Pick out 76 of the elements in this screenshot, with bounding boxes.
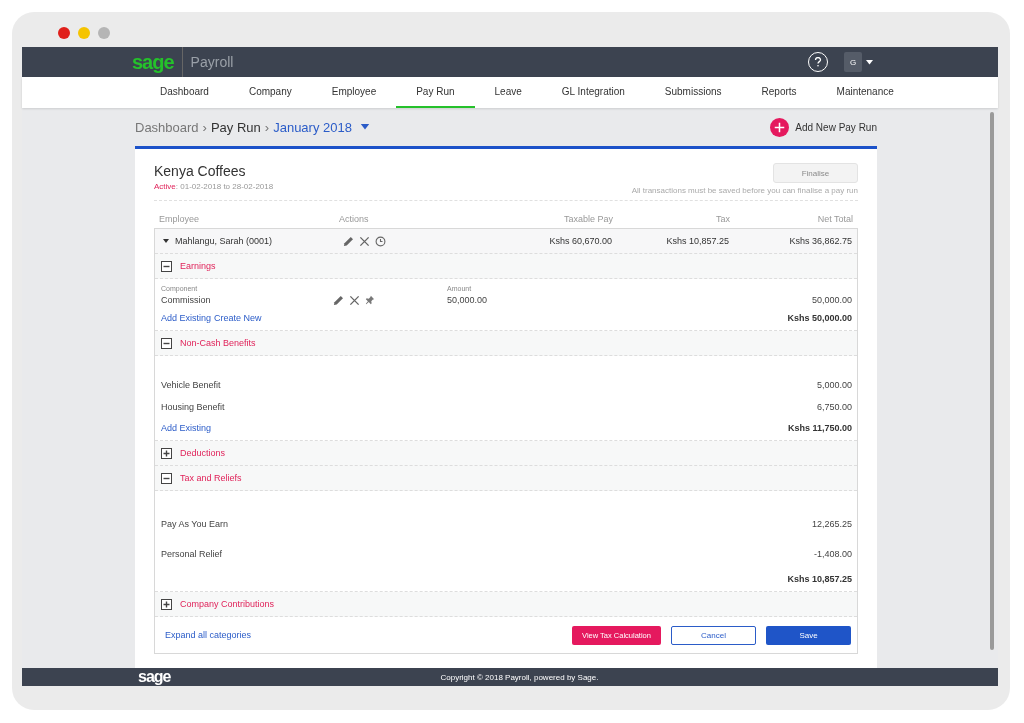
pencil-icon[interactable] [343, 235, 354, 247]
nav-tab[interactable]: Leave [474, 77, 542, 108]
item-label: Pay As You Earn [161, 519, 230, 529]
nav-tab[interactable]: Dashboard [140, 77, 229, 108]
taxable-pay: Kshs 60,670.00 [548, 236, 612, 246]
breadcrumb-link[interactable]: Pay Run [210, 119, 261, 135]
net-total: Kshs 36,862.75 [788, 236, 852, 246]
nav-tab[interactable]: Company [228, 77, 312, 108]
pin-icon[interactable] [365, 295, 375, 305]
category-title[interactable]: Company Contributions [180, 599, 275, 609]
column-header: Taxable Pay [562, 214, 613, 224]
item-value: 5,000.00 [815, 380, 852, 390]
minus-box-icon[interactable] [161, 260, 172, 272]
nav-tab[interactable]: Reports [741, 77, 817, 108]
item-amount: 50,000.00 [447, 295, 488, 305]
caret-icon[interactable] [866, 59, 873, 65]
plus-box-icon[interactable] [161, 447, 172, 459]
pencil-icon[interactable] [333, 294, 344, 306]
product-name: Payroll [190, 54, 235, 70]
period-dropdown[interactable]: January 2018 [273, 119, 352, 135]
minus-box-icon[interactable] [161, 472, 172, 484]
category-total: Kshs 50,000.00 [787, 313, 852, 323]
footer-logo: sage [138, 668, 171, 686]
save-button[interactable]: Save [766, 625, 851, 645]
company-name: Kenya Coffees [154, 163, 247, 179]
item-value: 12,265.25 [810, 519, 852, 529]
category-title[interactable]: Non-Cash Benefits [180, 338, 256, 348]
caret-icon[interactable] [359, 124, 370, 130]
close-dot[interactable] [58, 26, 70, 39]
cancel-button[interactable]: Cancel [671, 625, 756, 645]
close-icon[interactable] [349, 294, 360, 306]
add-pay-run-button[interactable]: Add New Pay Run [770, 117, 877, 137]
column-header: Actions [339, 214, 370, 224]
category-total: Kshs 11,750.00 [787, 423, 852, 433]
nav-tab[interactable]: GL Integration [541, 77, 645, 108]
nav-tab[interactable]: Submissions [644, 77, 742, 108]
copyright-text: Copyright © 2018 Payroll, powered by Sage. [440, 672, 599, 682]
nav-tab[interactable]: Employee [311, 77, 397, 108]
item-value: 6,750.00 [815, 402, 852, 412]
breadcrumb-separator: › [264, 119, 270, 135]
nav-tab[interactable]: Pay Run [396, 77, 475, 108]
caret-icon[interactable] [163, 238, 169, 244]
minimize-dot[interactable] [78, 26, 90, 39]
item-value: 50,000.00 [810, 295, 852, 305]
add-link[interactable]: Add Existing [161, 313, 212, 323]
clock-icon[interactable] [375, 235, 386, 247]
item-label: Commission [161, 295, 212, 305]
add-link[interactable]: Create New [214, 313, 262, 323]
finalise-note: All transactions must be saved before you can finalise a pay run [631, 186, 858, 195]
tax-amount: Kshs 10,857.25 [665, 236, 729, 246]
close-icon[interactable] [359, 235, 370, 247]
column-header: Employee [159, 214, 201, 224]
category-title[interactable]: Earnings [180, 261, 216, 271]
category-title[interactable]: Tax and Reliefs [180, 473, 242, 483]
scrollbar[interactable] [990, 112, 994, 650]
nav-tab[interactable]: Maintenance [816, 77, 914, 108]
maximize-dot[interactable] [98, 26, 110, 39]
add-link[interactable]: Add Existing [161, 423, 212, 433]
plus-icon [770, 117, 790, 137]
minus-box-icon[interactable] [161, 337, 172, 349]
item-label: Personal Relief [161, 549, 224, 559]
user-avatar[interactable]: G [844, 52, 862, 72]
status-label: Active [154, 182, 176, 191]
category-total: Kshs 10,857.25 [787, 574, 852, 584]
item-label: Housing Benefit [161, 402, 226, 412]
plus-box-icon[interactable] [161, 598, 172, 610]
expand-all-link[interactable]: Expand all categories [165, 630, 252, 640]
column-header: Net Total [816, 214, 853, 224]
employee-name: Mahlangu, Sarah (0001) [175, 236, 273, 246]
breadcrumb-link[interactable]: Dashboard [135, 119, 199, 135]
item-value: -1,408.00 [812, 549, 852, 559]
breadcrumb-separator: › [202, 119, 207, 135]
item-label: Vehicle Benefit [161, 380, 222, 390]
category-title[interactable]: Deductions [180, 448, 226, 458]
column-header: Tax [715, 214, 730, 224]
employee-row[interactable]: Mahlangu, Sarah (0001) Kshs 60,670.00 Kshs 10,857.25 Kshs 36,862.75 [155, 229, 857, 254]
